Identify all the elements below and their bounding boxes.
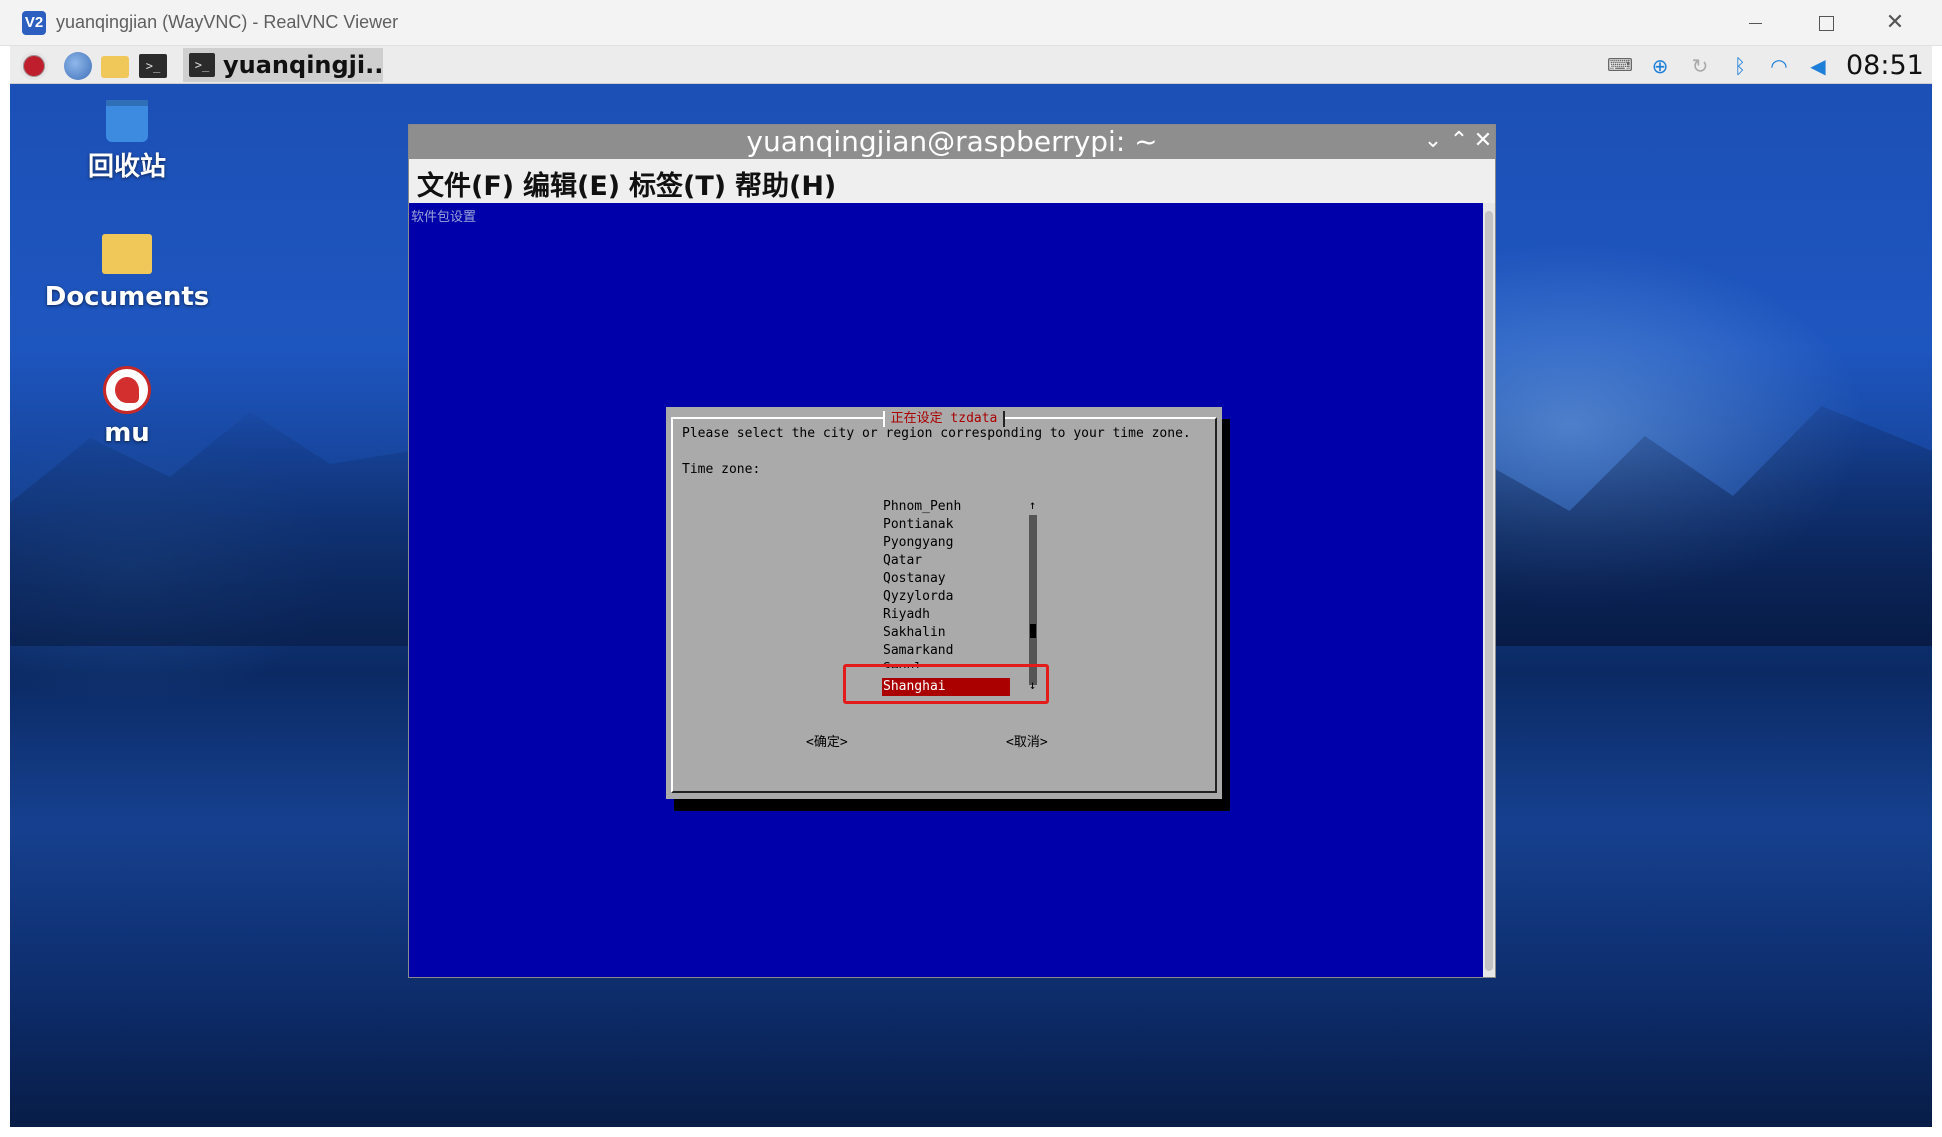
dialog-title: 正在设定 tzdata (882, 411, 1006, 427)
terminal-titlebar[interactable]: yuanqingjian@raspberrypi: ~ ⌄ ⌃ ✕ (409, 125, 1495, 159)
window-minimize-button[interactable] (1735, 8, 1775, 38)
terminal-scrollbar[interactable] (1483, 203, 1495, 977)
bluetooth-icon[interactable]: ᛒ (1727, 54, 1753, 78)
terminal-launcher-icon[interactable]: >_ (139, 54, 167, 78)
trash-icon (106, 100, 148, 142)
window-titlebar: V2 yuanqingjian (WayVNC) - RealVNC Viewe… (0, 0, 1942, 46)
tz-option[interactable]: Qatar (882, 552, 1010, 570)
desktop-icon-label: 回收站 (87, 152, 166, 182)
tz-option[interactable]: Sakhalin (882, 624, 1010, 642)
desktop-icon-mu[interactable]: mu (27, 366, 227, 448)
volume-icon[interactable]: ◀ (1805, 54, 1831, 78)
dialog-backtitle: 软件包设置 (411, 210, 477, 225)
remote-desktop[interactable]: >_ >_ yuanqingji.. ⌨ ⊕ ↻ ᛒ ◠ ◀ 08:51 回收站… (10, 46, 1932, 1127)
dialog-title-wrap: 正在设定 tzdata (666, 407, 1222, 427)
desktop-icon-documents[interactable]: Documents (27, 234, 227, 312)
time-zone-label: Time zone: (682, 462, 761, 477)
file-manager-icon[interactable] (101, 56, 129, 78)
dialog-prompt: Please select the city or region corresp… (682, 426, 1191, 441)
cancel-button[interactable]: <取消> (1006, 731, 1048, 750)
tz-option[interactable]: Qyzylorda (882, 588, 1010, 606)
realvnc-app-icon: V2 (22, 11, 46, 35)
desktop-icon-label: Documents (44, 282, 210, 312)
taskbar: >_ >_ yuanqingji.. ⌨ ⊕ ↻ ᛒ ◠ ◀ 08:51 (10, 46, 1932, 84)
list-scroll-up-arrow: ↑ (1029, 498, 1037, 512)
raspberry-menu-icon[interactable] (20, 52, 48, 80)
annotation-highlight-box (843, 664, 1049, 704)
taskbar-task-label: yuanqingji.. (223, 51, 384, 79)
tz-option[interactable]: Pontianak (882, 516, 1010, 534)
ok-button[interactable]: <确定> (806, 731, 848, 750)
desktop-icon-trash[interactable]: 回收站 (27, 100, 227, 183)
wallpaper-mountain-right (1490, 406, 1932, 646)
terminal-title: yuanqingjian@raspberrypi: ~ (746, 125, 1158, 158)
menu-help[interactable]: 帮助(H) (735, 164, 836, 203)
tz-option[interactable]: Riyadh (882, 606, 1010, 624)
list-scrollbar-knob (1030, 624, 1036, 638)
terminal-window[interactable]: yuanqingjian@raspberrypi: ~ ⌄ ⌃ ✕ 文件(F) … (408, 124, 1496, 978)
desktop-icon-label: mu (104, 418, 150, 448)
menu-file[interactable]: 文件(F) (417, 164, 514, 203)
window-maximize-button[interactable] (1805, 8, 1845, 38)
mu-icon (103, 366, 151, 414)
tz-option[interactable]: Qostanay (882, 570, 1010, 588)
terminal-maximize-button[interactable]: ⌃ (1447, 127, 1471, 155)
keyboard-icon[interactable]: ⌨ (1607, 54, 1633, 78)
tz-option[interactable]: Phnom_Penh (882, 498, 1010, 516)
window-close-button[interactable]: ✕ (1875, 8, 1915, 38)
terminal-minimize-button[interactable]: ⌄ (1421, 127, 1445, 155)
terminal-screen[interactable]: 软件包设置 正在设定 tzdata Please select the city… (409, 203, 1483, 977)
window-title: yuanqingjian (WayVNC) - RealVNC Viewer (56, 12, 399, 32)
folder-icon (102, 234, 152, 274)
list-scrollbar-track (1029, 515, 1037, 685)
clock[interactable]: 08:51 (1846, 50, 1924, 81)
download-icon[interactable]: ⊕ (1647, 54, 1673, 78)
wifi-icon[interactable]: ◠ (1766, 54, 1792, 78)
tz-option[interactable]: Pyongyang (882, 534, 1010, 552)
menu-tabs[interactable]: 标签(T) (629, 164, 726, 203)
menu-edit[interactable]: 编辑(E) (523, 164, 620, 203)
tzdata-dialog: 正在设定 tzdata Please select the city or re… (666, 407, 1222, 799)
taskbar-terminal-task[interactable]: >_ yuanqingji.. (183, 48, 383, 82)
browser-icon[interactable] (64, 52, 92, 80)
terminal-menubar: 文件(F) 编辑(E) 标签(T) 帮助(H) (409, 159, 1495, 203)
tz-option[interactable]: Samarkand (882, 642, 1010, 660)
sync-icon[interactable]: ↻ (1687, 54, 1713, 78)
terminal-scrollbar-thumb[interactable] (1485, 211, 1493, 971)
terminal-close-button[interactable]: ✕ (1471, 127, 1495, 155)
terminal-icon: >_ (189, 53, 215, 77)
